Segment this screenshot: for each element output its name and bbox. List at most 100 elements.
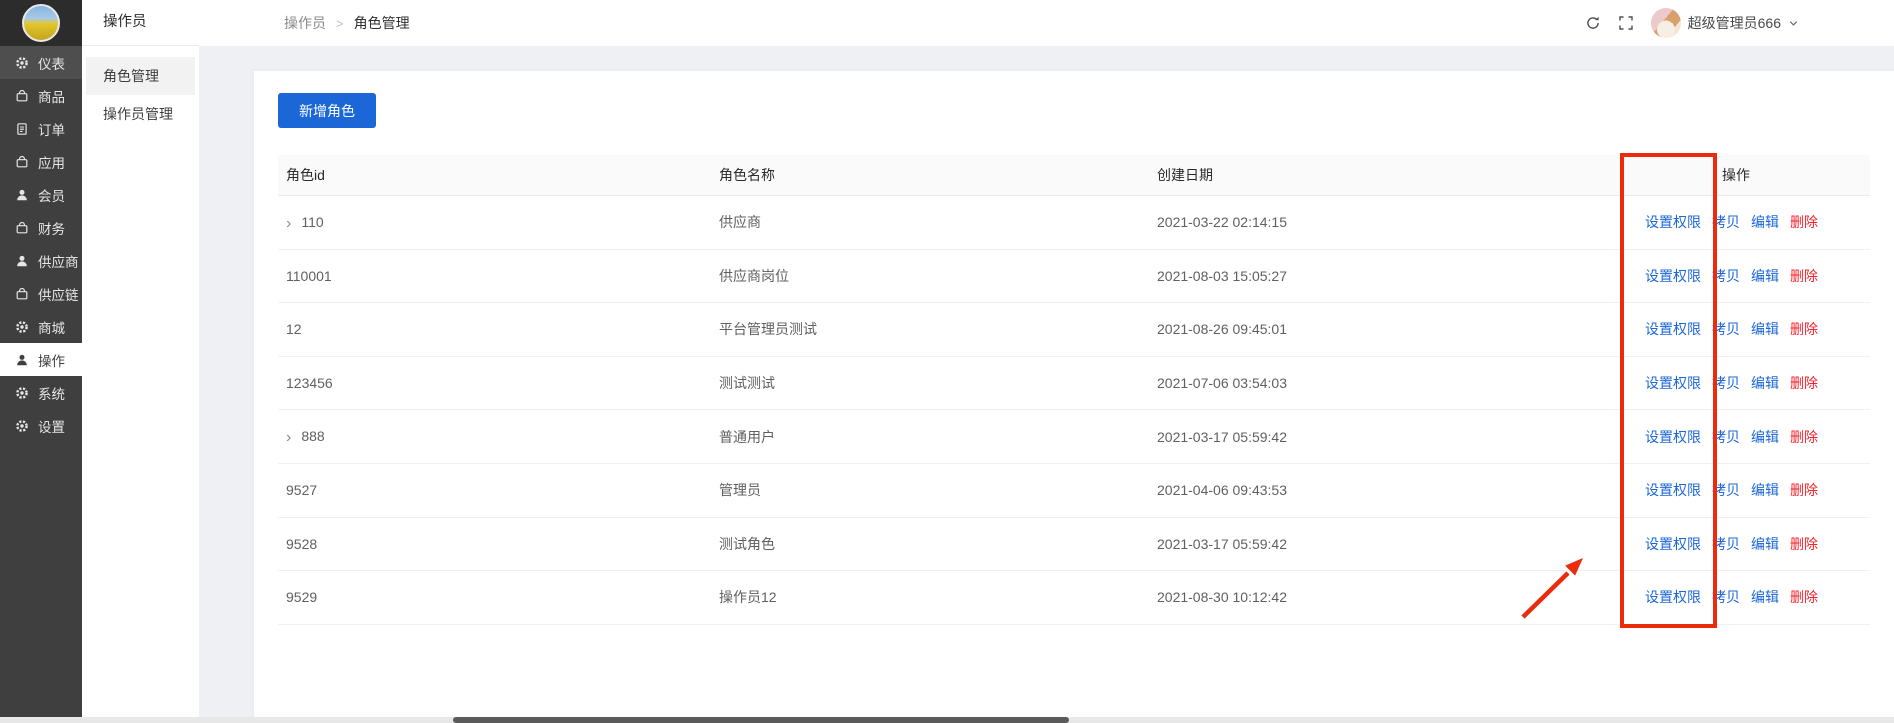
actions-cell: 设置权限拷贝编辑删除: [1637, 196, 1870, 250]
user-icon: [15, 188, 29, 202]
set-permissions-link[interactable]: 设置权限: [1645, 589, 1701, 605]
copy-link[interactable]: 拷贝: [1712, 214, 1740, 230]
edit-link[interactable]: 编辑: [1751, 268, 1779, 284]
role-id-cell: 9528: [286, 536, 317, 552]
edit-link[interactable]: 编辑: [1751, 429, 1779, 445]
col-header-actions: 操作: [1637, 155, 1870, 196]
user-avatar: [1651, 8, 1681, 38]
table-row: ›9528 测试角色 2021-03-17 05:59:42 设置权限拷贝编辑删…: [278, 517, 1870, 571]
content-area: 新增角色 角色id 角色名称 创建日期 操作 › 110 供应商 2021-03-…: [199, 46, 1894, 723]
edit-link[interactable]: 编辑: [1751, 482, 1779, 498]
sidebar-item-供应商[interactable]: 供应商: [0, 244, 82, 277]
actions-cell: 设置权限拷贝编辑删除: [1637, 571, 1870, 625]
edit-link[interactable]: 编辑: [1751, 214, 1779, 230]
sidebar-item-会员[interactable]: 会员: [0, 178, 82, 211]
set-permissions-link[interactable]: 设置权限: [1645, 268, 1701, 284]
created-date-cell: 2021-03-17 05:59:42: [1149, 410, 1637, 464]
topbar-right: 超级管理员666: [1585, 8, 1799, 38]
delete-link[interactable]: 删除: [1790, 429, 1818, 445]
add-role-button[interactable]: 新增角色: [278, 93, 376, 128]
role-id-cell: 110001: [286, 268, 332, 284]
sidebar-item-应用[interactable]: 应用: [0, 145, 82, 178]
breadcrumb-item-operators[interactable]: 操作员: [284, 13, 326, 33]
role-id-cell: 12: [286, 321, 302, 337]
delete-link[interactable]: 删除: [1790, 536, 1818, 552]
role-name-cell: 测试角色: [711, 517, 1149, 571]
sidebar-item-商城[interactable]: 商城: [0, 310, 82, 343]
copy-link[interactable]: 拷贝: [1712, 589, 1740, 605]
sidebar-item-订单[interactable]: 订单: [0, 112, 82, 145]
created-date-cell: 2021-07-06 03:54:03: [1149, 356, 1637, 410]
copy-link[interactable]: 拷贝: [1712, 321, 1740, 337]
primary-nav: 仪表 商品 订单 应用 会员 财务 供应商 供应链 商城 操作 系统 设置: [0, 46, 82, 442]
document-icon: [15, 122, 29, 136]
refresh-icon[interactable]: [1585, 15, 1601, 31]
sidebar-item-仪表[interactable]: 仪表: [0, 46, 82, 79]
role-name-cell: 操作员12: [711, 571, 1149, 625]
delete-link[interactable]: 删除: [1790, 214, 1818, 230]
copy-link[interactable]: 拷贝: [1712, 536, 1740, 552]
role-name-cell: 测试测试: [711, 356, 1149, 410]
delete-link[interactable]: 删除: [1790, 268, 1818, 284]
set-permissions-link[interactable]: 设置权限: [1645, 375, 1701, 391]
edit-link[interactable]: 编辑: [1751, 375, 1779, 391]
sidebar-item-财务[interactable]: 财务: [0, 211, 82, 244]
sidebar-item-商品[interactable]: 商品: [0, 79, 82, 112]
delete-link[interactable]: 删除: [1790, 482, 1818, 498]
submenu-item-角色管理[interactable]: 角色管理: [86, 57, 195, 95]
role-name-cell: 供应商: [711, 196, 1149, 250]
set-permissions-link[interactable]: 设置权限: [1645, 536, 1701, 552]
expand-row-icon[interactable]: ›: [286, 430, 291, 446]
table-row: ›123456 测试测试 2021-07-06 03:54:03 设置权限拷贝编…: [278, 356, 1870, 410]
table-row: › 888 普通用户 2021-03-17 05:59:42 设置权限拷贝编辑删除: [278, 410, 1870, 464]
col-header-role-id: 角色id: [278, 155, 711, 196]
copy-link[interactable]: 拷贝: [1712, 268, 1740, 284]
fullscreen-icon[interactable]: [1618, 15, 1634, 31]
submenu-title: 操作员: [82, 0, 199, 46]
bag-icon: [15, 89, 29, 103]
copy-link[interactable]: 拷贝: [1712, 482, 1740, 498]
delete-link[interactable]: 删除: [1790, 375, 1818, 391]
user-icon: [15, 353, 29, 367]
set-permissions-link[interactable]: 设置权限: [1645, 321, 1701, 337]
breadcrumb-item-role-management: 角色管理: [354, 13, 410, 33]
user-menu[interactable]: 超级管理员666: [1651, 8, 1799, 38]
set-permissions-link[interactable]: 设置权限: [1645, 429, 1701, 445]
topbar: 操作员 > 角色管理 超级管理员666: [199, 0, 1894, 46]
edit-link[interactable]: 编辑: [1751, 589, 1779, 605]
chevron-down-icon: [1788, 18, 1799, 29]
copy-link[interactable]: 拷贝: [1712, 375, 1740, 391]
sidebar-item-供应链[interactable]: 供应链: [0, 277, 82, 310]
edit-link[interactable]: 编辑: [1751, 321, 1779, 337]
breadcrumb-separator: >: [336, 16, 344, 31]
sidebar-item-系统[interactable]: 系统: [0, 376, 82, 409]
delete-link[interactable]: 删除: [1790, 589, 1818, 605]
actions-cell: 设置权限拷贝编辑删除: [1637, 356, 1870, 410]
col-header-role-name: 角色名称: [711, 155, 1149, 196]
role-id-cell: 888: [301, 428, 324, 444]
roles-table-wrap: 角色id 角色名称 创建日期 操作 › 110 供应商 2021-03-22 02…: [278, 155, 1870, 625]
actions-cell: 设置权限拷贝编辑删除: [1637, 517, 1870, 571]
bag-icon: [15, 221, 29, 235]
submenu-item-操作员管理[interactable]: 操作员管理: [86, 95, 195, 133]
admin-console: 仪表 商品 订单 应用 会员 财务 供应商 供应链 商城 操作 系统 设置 操作…: [0, 0, 1894, 723]
role-id-cell: 110: [301, 214, 323, 230]
bag-icon: [15, 287, 29, 301]
expand-row-icon[interactable]: ›: [286, 216, 291, 232]
created-date-cell: 2021-04-06 09:43:53: [1149, 463, 1637, 517]
sidebar-item-操作[interactable]: 操作: [0, 343, 82, 376]
created-date-cell: 2021-08-30 10:12:42: [1149, 571, 1637, 625]
app-logo: [22, 4, 60, 42]
delete-link[interactable]: 删除: [1790, 321, 1818, 337]
sidebar-item-设置[interactable]: 设置: [0, 409, 82, 442]
horizontal-scrollbar: [0, 717, 1894, 723]
role-name-cell: 普通用户: [711, 410, 1149, 464]
col-header-created-date: 创建日期: [1149, 155, 1637, 196]
edit-link[interactable]: 编辑: [1751, 536, 1779, 552]
horizontal-scrollbar-thumb[interactable]: [453, 717, 1069, 723]
set-permissions-link[interactable]: 设置权限: [1645, 482, 1701, 498]
table-row: ›9529 操作员12 2021-08-30 10:12:42 设置权限拷贝编辑…: [278, 571, 1870, 625]
created-date-cell: 2021-03-22 02:14:15: [1149, 196, 1637, 250]
set-permissions-link[interactable]: 设置权限: [1645, 214, 1701, 230]
copy-link[interactable]: 拷贝: [1712, 429, 1740, 445]
